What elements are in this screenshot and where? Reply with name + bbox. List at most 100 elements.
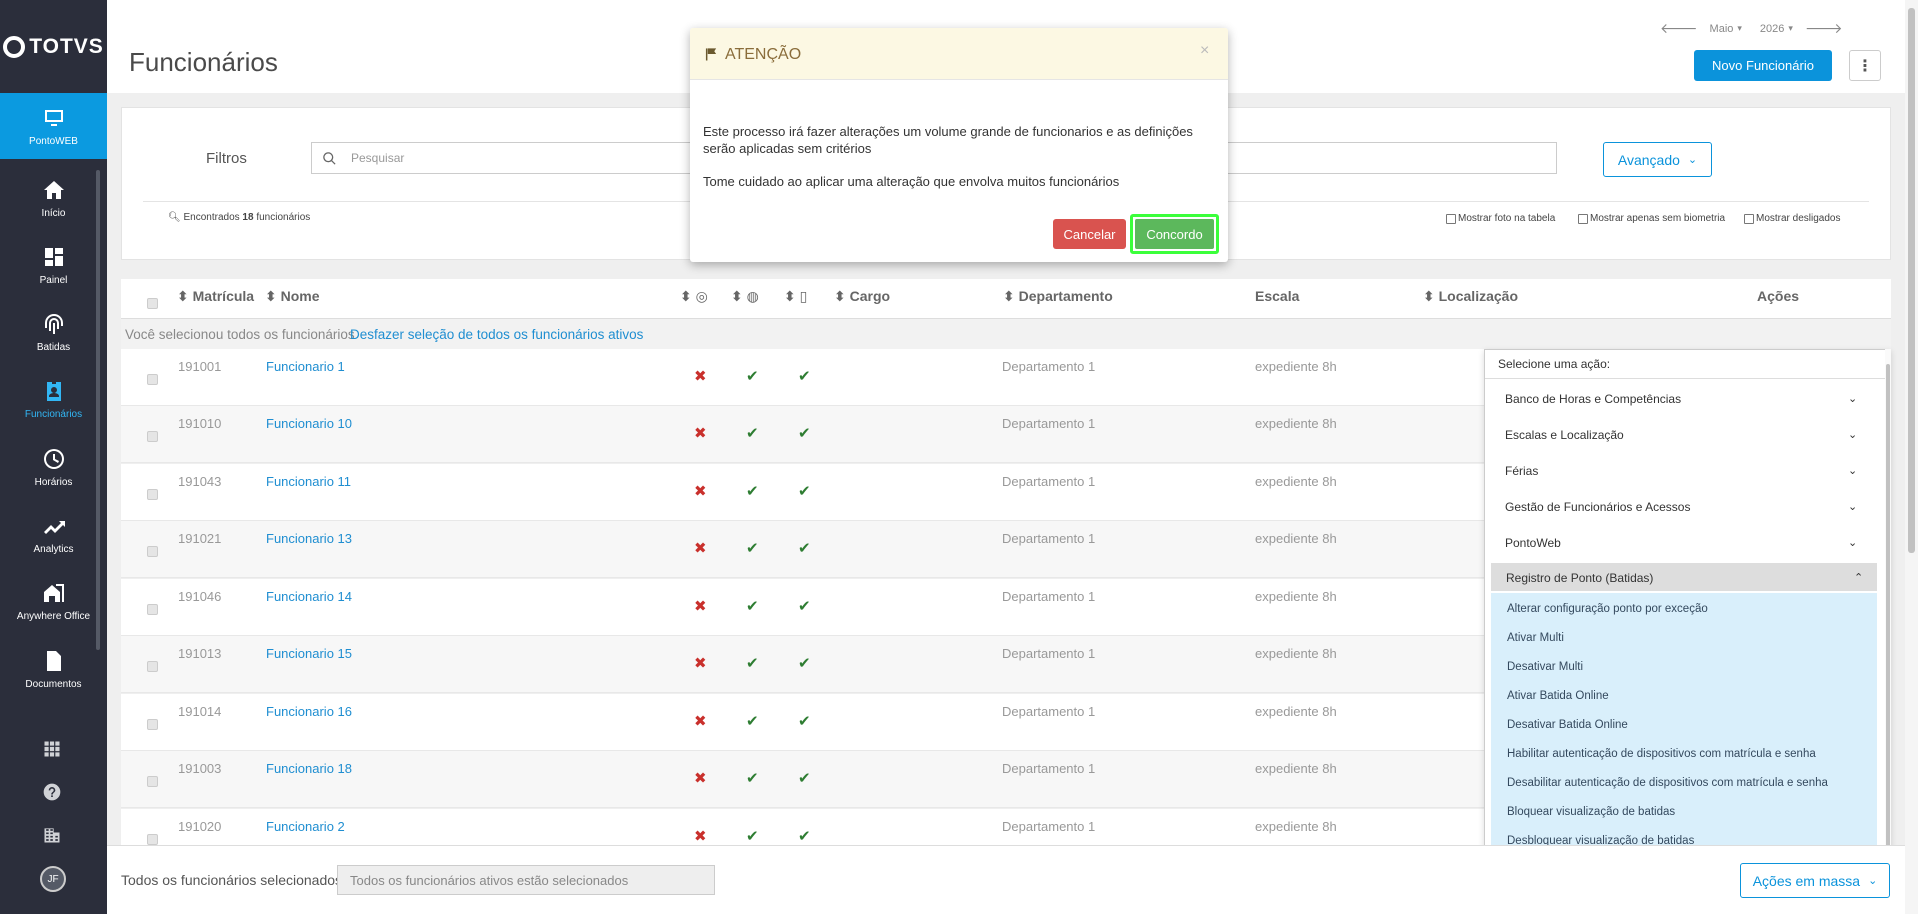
column-escala[interactable]: Escala [1255,288,1299,304]
sidebar-item-anywhere-office[interactable]: Anywhere Office [0,568,107,634]
sidebar-item-analytics[interactable]: Analytics [0,501,107,567]
new-employee-button[interactable]: Novo Funcionário [1694,50,1832,81]
sidebar-item-label: Horários [34,476,73,488]
action-item[interactable]: Desativar Multi [1507,661,1583,673]
column-online[interactable]: ⬍ ◍ [731,288,759,305]
confirm-button[interactable]: Concordo [1130,214,1219,254]
action-group-banco-horas[interactable]: Banco de Horas e Competências [1505,392,1681,406]
column-nome[interactable]: ⬍ Nome [265,288,320,305]
row-checkbox[interactable] [147,431,158,442]
action-item[interactable]: Ativar Batida Online [1507,690,1609,702]
close-icon[interactable]: × [1200,42,1209,60]
advanced-filter-button[interactable]: Avançado ⌄ [1603,142,1712,177]
sidebar-scrollbar[interactable] [96,170,100,650]
totvs-logo[interactable]: TOTVS [0,0,107,93]
column-matricula[interactable]: ⬍ Matrícula [177,288,254,305]
sidebar-item-inicio[interactable]: Início [0,165,107,231]
column-departamento[interactable]: ⬍ Departamento [1003,288,1113,305]
selection-field[interactable]: Todos os funcionários ativos estão selec… [337,865,715,895]
search-placeholder: Pesquisar [351,151,405,165]
more-options-button[interactable]: ⋮ [1849,50,1881,81]
cell-nome[interactable]: Funcionario 14 [266,589,352,604]
checkbox[interactable] [1446,213,1456,224]
sidebar-item-horarios[interactable]: Horários [0,434,107,500]
row-checkbox[interactable] [147,546,158,557]
month-select[interactable]: Maio [1710,23,1734,35]
year-select[interactable]: 2026 [1760,23,1784,35]
chevron-up-icon[interactable]: ⌃ [1854,571,1863,584]
sidebar-item-painel[interactable]: Painel [0,232,107,298]
row-checkbox[interactable] [147,719,158,730]
column-cargo[interactable]: ⬍ Cargo [834,288,890,305]
fingerprint-icon: ◎ [695,288,708,304]
row-checkbox[interactable] [147,374,158,385]
sidebar-item-batidas[interactable]: Batidas [0,299,107,365]
select-all-checkbox[interactable] [147,298,158,309]
checkbox[interactable] [1744,213,1754,224]
chevron-down-icon[interactable]: ⌄ [1848,392,1857,405]
action-group-ferias[interactable]: Férias [1505,464,1538,478]
cell-matricula: 191043 [178,474,222,489]
page-scrollbar[interactable] [1905,0,1918,914]
sidebar-item-funcionarios[interactable]: Funcionários [0,366,107,432]
company-icon[interactable] [42,825,62,845]
option-no-biometry[interactable]: Mostrar apenas sem biometria [1578,213,1725,224]
action-group-gestao[interactable]: Gestão de Funcionários e Acessos [1505,500,1690,514]
row-checkbox[interactable] [147,489,158,500]
mass-actions-button[interactable]: Ações em massa ⌄ [1740,863,1890,898]
option-show-photo[interactable]: Mostrar foto na tabela [1446,213,1555,224]
cell-escala: expediente 8h [1255,589,1337,604]
action-item[interactable]: Bloquear visualização de batidas [1507,806,1675,818]
cell-nome[interactable]: Funcionario 13 [266,531,352,546]
cell-nome[interactable]: Funcionario 18 [266,761,352,776]
cancel-button[interactable]: Cancelar [1053,219,1126,249]
cell-nome[interactable]: Funcionario 11 [266,474,351,489]
dropdown-scrollbar[interactable] [1885,349,1891,863]
action-item[interactable]: Habilitar autenticação de dispositivos c… [1507,748,1816,760]
apps-grid-icon[interactable] [42,739,62,759]
chevron-down-icon[interactable]: ⌄ [1848,428,1857,441]
avatar[interactable]: JF [40,866,66,892]
next-month-arrow-icon[interactable]: 🡒 [1805,20,1843,37]
check-icon: ✔ [798,425,811,442]
action-group-label: Registro de Ponto (Batidas) [1506,571,1654,585]
cell-nome[interactable]: Funcionario 16 [266,704,352,719]
row-checkbox[interactable] [147,661,158,672]
column-biometry[interactable]: ⬍ ◎ [680,288,708,305]
cell-nome[interactable]: Funcionario 15 [266,646,352,661]
chevron-down-icon[interactable]: ⌄ [1848,464,1857,477]
action-group-pontoweb[interactable]: PontoWeb [1505,536,1561,550]
action-item[interactable]: Desabilitar autenticação de dispositivos… [1507,777,1828,789]
cell-matricula: 191003 [178,761,222,776]
results-count: 🔍︎ Encontrados 18 funcionários [168,212,311,223]
cell-nome[interactable]: Funcionario 10 [266,416,352,431]
column-device[interactable]: ⬍ ▯ [784,288,807,305]
option-show-dismissed[interactable]: Mostrar desligados [1744,213,1840,224]
divider [1485,378,1885,379]
action-item[interactable]: Ativar Multi [1507,632,1564,644]
cell-nome[interactable]: Funcionario 2 [266,819,345,834]
cross-icon: ✖ [694,540,707,557]
action-group-escalas[interactable]: Escalas e Localização [1505,428,1624,442]
help-icon[interactable] [42,782,62,802]
row-checkbox[interactable] [147,604,158,615]
cell-escala: expediente 8h [1255,704,1337,719]
fingerprint-icon [44,313,63,334]
undo-selection-link[interactable]: Desfazer seleção de todos os funcionário… [350,327,643,342]
cell-nome[interactable]: Funcionario 1 [266,359,345,374]
action-item[interactable]: Desativar Batida Online [1507,719,1628,731]
sidebar-item-pontoweb[interactable]: PontoWEB [0,93,107,159]
cell-departamento: Departamento 1 [1002,589,1096,604]
row-checkbox[interactable] [147,776,158,787]
chevron-down-icon[interactable]: ⌄ [1848,500,1857,513]
action-item[interactable]: Alterar configuração ponto por exceção [1507,603,1708,615]
check-icon: ✔ [746,368,759,385]
chevron-down-icon[interactable]: ⌄ [1848,536,1857,549]
row-checkbox[interactable] [147,834,158,845]
column-localizacao[interactable]: ⬍ Localização [1423,288,1518,305]
prev-month-arrow-icon[interactable]: 🡐 [1660,20,1698,37]
sidebar-item-documentos[interactable]: Documentos [0,636,107,702]
checkbox[interactable] [1578,213,1588,224]
modal-warning: Tome cuidado ao aplicar uma alteração qu… [703,174,1120,189]
cell-matricula: 191010 [178,416,222,431]
